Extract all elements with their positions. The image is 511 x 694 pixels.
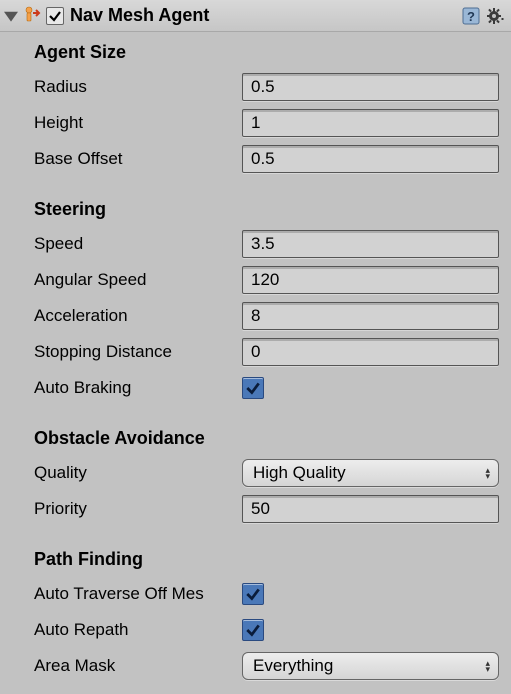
speed-label: Speed (34, 234, 242, 254)
quality-label: Quality (34, 463, 242, 483)
stopping-distance-label: Stopping Distance (34, 342, 242, 362)
quality-dropdown[interactable]: High Quality ▴▾ (242, 459, 499, 487)
base-offset-label: Base Offset (34, 149, 242, 169)
auto-braking-checkbox[interactable] (242, 377, 264, 399)
component-header: Nav Mesh Agent ? (0, 0, 511, 32)
auto-braking-label: Auto Braking (34, 378, 242, 398)
height-input[interactable] (242, 109, 499, 137)
acceleration-input[interactable] (242, 302, 499, 330)
navmesh-agent-component: Nav Mesh Agent ? (0, 0, 511, 694)
stopping-distance-input[interactable] (242, 338, 499, 366)
priority-input[interactable] (242, 495, 499, 523)
area-mask-label: Area Mask (34, 656, 242, 676)
priority-label: Priority (34, 499, 242, 519)
navmesh-agent-icon (22, 6, 42, 26)
angular-speed-input[interactable] (242, 266, 499, 294)
foldout-toggle[interactable] (4, 9, 18, 23)
base-offset-input[interactable] (242, 145, 499, 173)
auto-repath-label: Auto Repath (34, 620, 242, 640)
height-label: Height (34, 113, 242, 133)
section-steering-title: Steering (34, 199, 499, 220)
angular-speed-label: Angular Speed (34, 270, 242, 290)
area-mask-dropdown[interactable]: Everything ▴▾ (242, 652, 499, 680)
area-mask-value: Everything (253, 656, 333, 676)
help-icon[interactable]: ? (461, 6, 481, 26)
component-enabled-checkbox[interactable] (46, 7, 64, 25)
radius-input[interactable] (242, 73, 499, 101)
radius-label: Radius (34, 77, 242, 97)
quality-value: High Quality (253, 463, 346, 483)
auto-traverse-checkbox[interactable] (242, 583, 264, 605)
acceleration-label: Acceleration (34, 306, 242, 326)
auto-traverse-label: Auto Traverse Off Mes (34, 584, 242, 604)
component-body: Agent Size Radius Height Base Offset Ste… (0, 32, 511, 694)
svg-text:?: ? (467, 9, 475, 24)
component-title: Nav Mesh Agent (68, 5, 457, 26)
section-agent-size-title: Agent Size (34, 42, 499, 63)
section-obstacle-title: Obstacle Avoidance (34, 428, 499, 449)
updown-arrows-icon: ▴▾ (485, 467, 490, 479)
auto-repath-checkbox[interactable] (242, 619, 264, 641)
updown-arrows-icon: ▴▾ (485, 660, 490, 672)
section-pathfinding-title: Path Finding (34, 549, 499, 570)
speed-input[interactable] (242, 230, 499, 258)
settings-gear-icon[interactable] (485, 6, 505, 26)
